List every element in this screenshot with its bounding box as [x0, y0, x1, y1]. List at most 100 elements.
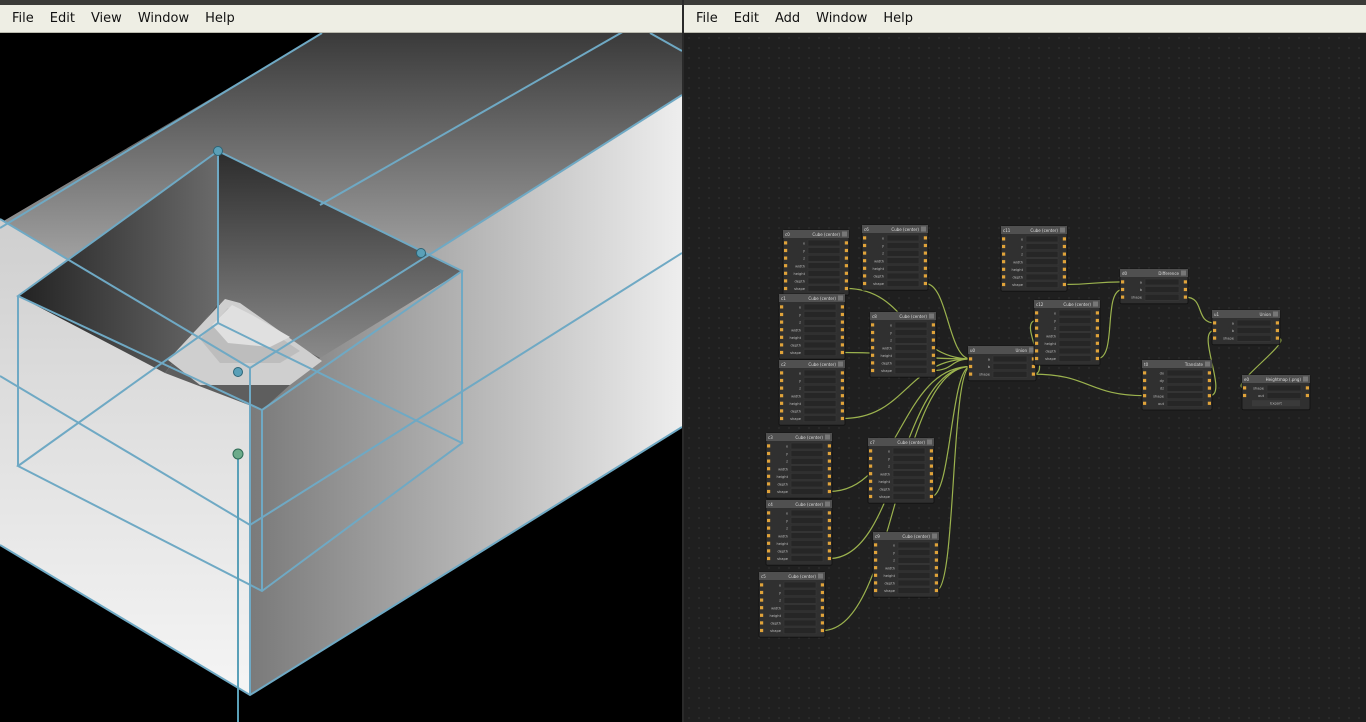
- output-port[interactable]: [827, 459, 831, 463]
- output-port[interactable]: [1095, 326, 1099, 330]
- output-port[interactable]: [1275, 328, 1279, 333]
- input-port[interactable]: [1121, 295, 1125, 299]
- output-port[interactable]: [934, 573, 938, 577]
- handle-right[interactable]: [416, 248, 426, 258]
- output-port[interactable]: [1095, 356, 1099, 361]
- node-field-input[interactable]: [897, 549, 931, 556]
- node-field-input[interactable]: [897, 587, 931, 594]
- input-port[interactable]: [874, 558, 878, 562]
- node-menu-icon[interactable]: [1205, 361, 1210, 367]
- output-port[interactable]: [840, 328, 844, 332]
- node-field-input[interactable]: [790, 442, 824, 450]
- input-port[interactable]: [780, 335, 784, 339]
- node-field-input[interactable]: [783, 589, 817, 596]
- node-menu-icon[interactable]: [1181, 270, 1186, 276]
- output-port[interactable]: [934, 581, 938, 585]
- graph-node[interactable]: e0Heightmap (.png)shapeoutExportExport: [1241, 374, 1311, 411]
- output-port[interactable]: [840, 401, 844, 405]
- graph-node[interactable]: c6 Cube (center)xyzwidthheightdepthshape: [861, 224, 929, 291]
- input-port[interactable]: [784, 279, 788, 283]
- node-field-input[interactable]: [1266, 384, 1302, 392]
- input-port[interactable]: [780, 305, 784, 309]
- node-field-input[interactable]: [1058, 340, 1092, 347]
- node-field-input[interactable]: [783, 619, 817, 627]
- output-port[interactable]: [929, 479, 933, 483]
- node-field-input[interactable]: [803, 334, 837, 341]
- menu-help[interactable]: Help: [197, 5, 243, 33]
- node-field-input[interactable]: [1144, 293, 1180, 301]
- output-port[interactable]: [827, 467, 831, 471]
- output-port[interactable]: [1095, 318, 1099, 323]
- node-menu-icon[interactable]: [838, 361, 843, 367]
- input-port[interactable]: [780, 394, 784, 398]
- output-port[interactable]: [923, 243, 927, 248]
- input-port[interactable]: [863, 266, 867, 270]
- input-port[interactable]: [767, 518, 771, 523]
- input-port[interactable]: [784, 264, 788, 268]
- node-field-input[interactable]: [886, 265, 920, 272]
- output-port[interactable]: [931, 361, 935, 365]
- output-port[interactable]: [1183, 287, 1187, 292]
- node-field-input[interactable]: [790, 465, 824, 473]
- node-field-input[interactable]: [892, 478, 926, 485]
- output-port[interactable]: [931, 330, 935, 335]
- node-field-input[interactable]: [1025, 258, 1059, 266]
- input-port[interactable]: [1243, 393, 1247, 398]
- handle-z[interactable]: [232, 448, 244, 460]
- input-port[interactable]: [969, 364, 973, 369]
- input-port[interactable]: [1035, 318, 1039, 323]
- node-field-input[interactable]: [803, 341, 837, 349]
- output-port[interactable]: [827, 556, 831, 561]
- node-field-input[interactable]: [1025, 235, 1059, 243]
- input-port[interactable]: [863, 259, 867, 263]
- output-port[interactable]: [844, 286, 848, 291]
- node-field-input[interactable]: [783, 612, 817, 619]
- output-port[interactable]: [827, 482, 831, 486]
- graph-node[interactable]: c8 Cube (center)xyzwidthheightdepthshape: [869, 311, 937, 378]
- input-port[interactable]: [863, 243, 867, 248]
- output-port[interactable]: [1095, 341, 1099, 345]
- output-port[interactable]: [1207, 378, 1211, 383]
- input-port[interactable]: [1002, 275, 1006, 279]
- input-port[interactable]: [784, 256, 788, 260]
- input-port[interactable]: [874, 566, 878, 570]
- graph-node[interactable]: c9 Cube (center)xyzwidthheightdepthshape: [872, 531, 940, 598]
- output-port[interactable]: [840, 343, 844, 347]
- output-port[interactable]: [844, 241, 848, 245]
- output-port[interactable]: [1062, 260, 1066, 264]
- input-port[interactable]: [780, 416, 784, 421]
- input-port[interactable]: [1121, 280, 1125, 284]
- node-menu-icon[interactable]: [929, 313, 934, 319]
- node-field-input[interactable]: [790, 457, 824, 465]
- input-port[interactable]: [760, 606, 764, 610]
- input-port[interactable]: [869, 494, 873, 499]
- output-port[interactable]: [1095, 349, 1099, 353]
- output-port[interactable]: [844, 248, 848, 253]
- input-port[interactable]: [1035, 326, 1039, 330]
- output-port[interactable]: [1305, 386, 1309, 390]
- node-field-input[interactable]: [1025, 243, 1059, 250]
- output-port[interactable]: [1275, 321, 1279, 325]
- output-port[interactable]: [840, 416, 844, 421]
- output-port[interactable]: [1275, 336, 1279, 340]
- input-port[interactable]: [760, 628, 764, 633]
- output-port[interactable]: [840, 312, 844, 317]
- output-port[interactable]: [827, 511, 831, 515]
- output-port[interactable]: [840, 409, 844, 413]
- input-port[interactable]: [1035, 356, 1039, 361]
- output-port[interactable]: [923, 259, 927, 263]
- output-port[interactable]: [1062, 244, 1066, 249]
- output-port[interactable]: [827, 518, 831, 523]
- node-field-input[interactable]: [886, 249, 920, 257]
- input-port[interactable]: [767, 534, 771, 538]
- menu-window[interactable]: Window: [130, 5, 197, 33]
- input-port[interactable]: [780, 343, 784, 347]
- input-port[interactable]: [869, 487, 873, 491]
- node-field-input[interactable]: [897, 541, 931, 549]
- node-field-input[interactable]: [803, 318, 837, 326]
- output-port[interactable]: [929, 472, 933, 476]
- input-port[interactable]: [871, 338, 875, 342]
- output-port[interactable]: [827, 526, 831, 530]
- node-menu-icon[interactable]: [1029, 347, 1034, 353]
- node-field-input[interactable]: [1166, 369, 1204, 377]
